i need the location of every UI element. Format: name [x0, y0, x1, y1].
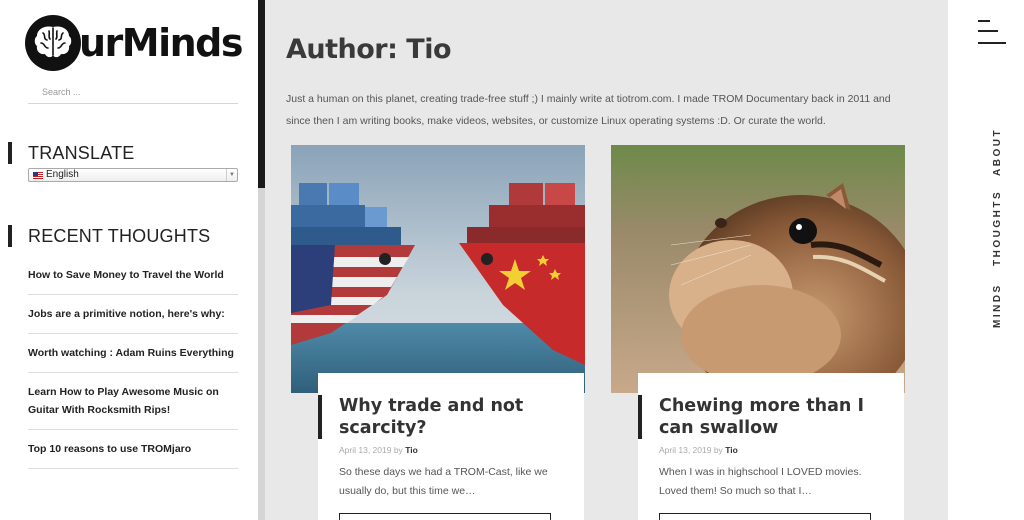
post-excerpt: When I was in highschool I LOVED movies.… [659, 466, 862, 497]
post-date: April 13, 2019 [659, 445, 712, 455]
chevron-down-icon: ▼ [226, 169, 237, 181]
right-nav: ABOUT THOUGHTS MINDS [948, 0, 1024, 520]
search-input[interactable] [28, 82, 238, 102]
post-by: by [713, 445, 723, 455]
post-card-panel: Chewing more than I can swallow April 13… [638, 373, 904, 520]
post-title-link[interactable]: Chewing more than I can swallow [638, 395, 888, 439]
nav-link-about[interactable]: ABOUT [992, 128, 1003, 176]
site-logo[interactable]: urMinds [25, 14, 244, 72]
left-sidebar: urMinds TRANSLATE English ▼ RECENT THOUG… [0, 0, 258, 520]
page-title: Author: Tio [286, 34, 452, 65]
sidebar-scrollbar-thumb[interactable] [258, 0, 265, 188]
logo-text: urMinds [79, 21, 244, 65]
post-meta: April 13, 2019 by Tio [659, 445, 738, 455]
post-card: Why trade and not scarcity? April 13, 20… [291, 145, 585, 520]
recent-thought-link[interactable]: Learn How to Play Awesome Music on Guita… [28, 373, 238, 430]
post-author-link[interactable]: Tio [405, 445, 418, 455]
post-excerpt: So these days we had a TROM-Cast, like w… [339, 466, 548, 497]
recent-thought-link[interactable]: Top 10 reasons to use TROMjaro [28, 430, 238, 469]
translate-heading: TRANSLATE [8, 142, 135, 164]
language-select[interactable]: English ▼ [28, 168, 238, 182]
recent-thoughts-list: How to Save Money to Travel the World Jo… [28, 258, 238, 469]
post-meta: April 13, 2019 by Tio [339, 445, 418, 455]
post-image-cargo-ships[interactable] [291, 145, 585, 393]
recent-thought-link[interactable]: Jobs are a primitive notion, here's why: [28, 295, 238, 334]
brain-icon [25, 15, 81, 71]
recent-thought-link[interactable]: Worth watching : Adam Ruins Everything [28, 334, 238, 373]
post-image-chipmunk[interactable] [611, 145, 905, 393]
read-more-button[interactable] [659, 513, 871, 520]
recent-thoughts-heading: RECENT THOUGHTS [8, 225, 210, 247]
sidebar-scrollbar[interactable] [258, 0, 265, 520]
post-title-link[interactable]: Why trade and not scarcity? [318, 395, 568, 439]
nav-link-thoughts[interactable]: THOUGHTS [992, 190, 1003, 266]
post-author-link[interactable]: Tio [725, 445, 738, 455]
nav-link-minds[interactable]: MINDS [992, 283, 1003, 328]
search-box [28, 82, 238, 104]
main-content: Author: Tio Just a human on this planet,… [265, 0, 948, 520]
language-select-value: English [46, 169, 79, 180]
recent-thought-link[interactable]: How to Save Money to Travel the World [28, 258, 238, 295]
post-date: April 13, 2019 [339, 445, 392, 455]
us-flag-icon [33, 171, 43, 179]
post-card-panel: Why trade and not scarcity? April 13, 20… [318, 373, 584, 520]
author-bio: Just a human on this planet, creating tr… [286, 93, 891, 127]
post-card: Chewing more than I can swallow April 13… [611, 145, 905, 520]
menu-icon[interactable] [978, 18, 1006, 46]
read-more-button[interactable] [339, 513, 551, 520]
post-by: by [393, 445, 403, 455]
